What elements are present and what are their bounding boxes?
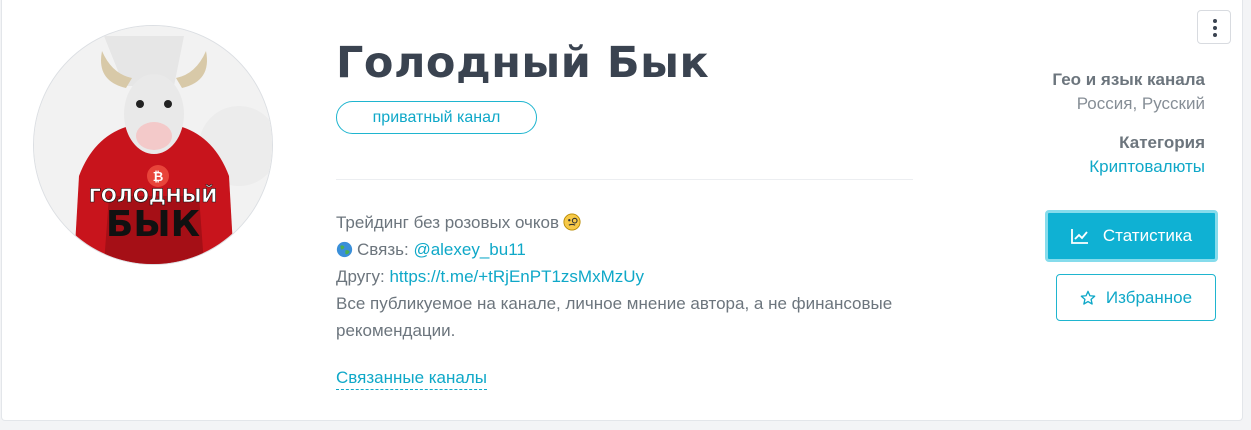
geo-heading: Гео и язык канала xyxy=(1052,70,1205,89)
favorite-button[interactable]: Избранное xyxy=(1056,274,1216,321)
category-link[interactable]: Криптовалюты xyxy=(1089,157,1205,177)
globe-icon xyxy=(336,241,353,258)
description-line-1: Трейдинг без розовых очков xyxy=(336,209,936,236)
more-options-button[interactable] xyxy=(1197,10,1231,44)
friend-label: Другу: xyxy=(336,267,385,286)
private-channel-badge: приватный канал xyxy=(336,101,537,134)
statistics-button-label: Статистика xyxy=(1102,226,1193,245)
category-section: Категория Криптовалюты xyxy=(1089,133,1205,177)
contact-label: Связь: xyxy=(357,240,409,259)
category-heading: Категория xyxy=(1119,133,1205,152)
line-chart-icon xyxy=(1070,229,1088,244)
avatar-logo-text-bottom: БЫК xyxy=(106,204,200,245)
contact-link[interactable]: @alexey_bu11 xyxy=(413,240,525,259)
description-line-2: Связь: @alexey_bu11 xyxy=(336,236,936,263)
favorite-button-label: Избранное xyxy=(1105,287,1193,307)
svg-text:₿: ₿ xyxy=(153,170,164,185)
description-text: Трейдинг без розовых очков xyxy=(336,213,560,232)
description-line-3: Другу: https://t.me/+tRjEnPT1zsMxMzUy xyxy=(336,263,936,290)
description-line-4: Все публикуемое на канале, личное мнение… xyxy=(336,294,893,313)
channel-avatar: ₿ ГОЛОДНЫЙ БЫК xyxy=(33,25,273,265)
monocle-face-icon xyxy=(563,213,581,231)
channel-title: Голодный Бык xyxy=(336,38,710,88)
geo-language-section: Гео и язык канала Россия, Русский xyxy=(1052,70,1205,114)
bull-avatar-image: ₿ ГОЛОДНЫЙ БЫК xyxy=(34,26,272,264)
channel-description: Трейдинг без розовых очков Связь: @alexe… xyxy=(336,209,936,344)
geo-value: Россия, Русский xyxy=(1076,94,1205,113)
invite-link[interactable]: https://t.me/+tRjEnPT1zsMxMzUy xyxy=(389,267,644,286)
description-line-5: рекомендации. xyxy=(336,321,456,340)
related-channels-link[interactable]: Связанные каналы xyxy=(336,368,487,390)
star-icon xyxy=(1080,290,1096,305)
statistics-button[interactable]: Статистика xyxy=(1045,210,1218,262)
divider xyxy=(336,179,913,180)
channel-card: ₿ ГОЛОДНЫЙ БЫК Голодный Бык приватный ка… xyxy=(1,0,1243,421)
